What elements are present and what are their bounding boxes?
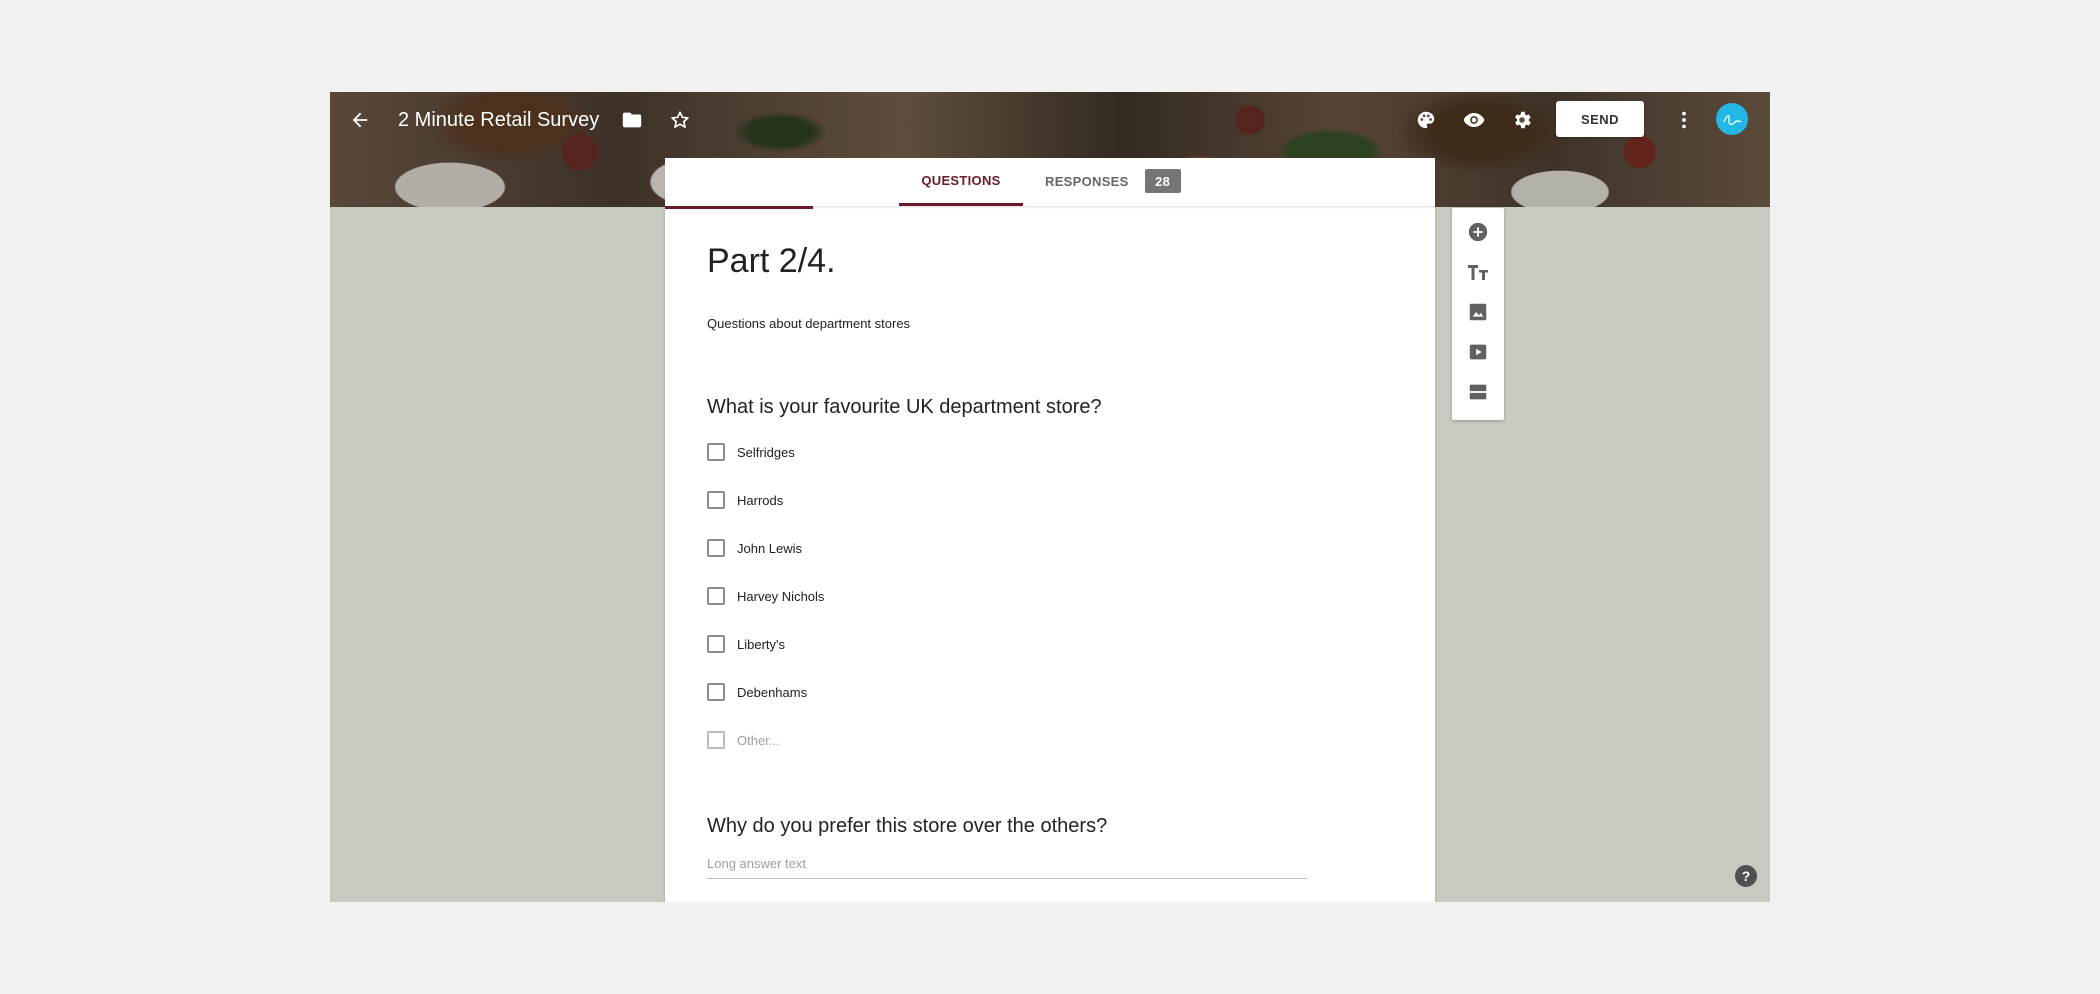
responses-count-badge: 28 [1144,169,1181,193]
back-arrow-icon[interactable] [344,104,376,136]
folder-icon[interactable] [616,104,648,136]
forms-app: 2 Minute Retail Survey SEND QUESTIONS RE… [330,92,1770,902]
question-title[interactable]: Why do you prefer this store over the ot… [707,815,1107,838]
more-vert-icon[interactable] [1668,104,1700,136]
option-label: Selfridges [737,444,795,460]
option-label: Debenhams [737,684,808,700]
checkbox[interactable] [707,491,725,509]
add-title-icon[interactable] [1462,256,1494,288]
tab-questions[interactable]: QUESTIONS [899,158,1023,206]
add-section-icon[interactable] [1462,376,1494,408]
checkbox-option-other[interactable]: Other... [707,730,780,750]
palette-icon[interactable] [1410,104,1442,136]
checkbox[interactable] [707,587,725,605]
checkbox[interactable] [707,683,725,701]
checkbox-option[interactable]: Harrods [707,490,783,510]
checkbox-option[interactable]: Selfridges [707,442,795,462]
gear-icon[interactable] [1506,104,1538,136]
checkbox[interactable] [707,635,725,653]
star-icon[interactable] [664,104,696,136]
checkbox-option[interactable]: John Lewis [707,538,802,558]
checkbox[interactable] [707,731,725,749]
option-other-label: Other... [737,732,780,748]
checkbox-option[interactable]: Harvey Nichols [707,586,824,606]
question-toolbox [1452,208,1504,420]
checkbox[interactable] [707,443,725,461]
question-title[interactable]: What is your favourite UK department sto… [707,396,1102,419]
checkbox-option[interactable]: Liberty's [707,634,785,654]
option-label: Harrods [737,492,784,508]
form-card: Part 2/4. Questions about department sto… [665,206,1435,902]
option-label: Harvey Nichols [737,588,825,604]
add-video-icon[interactable] [1462,336,1494,368]
form-tabs: QUESTIONS RESPONSES 28 [665,158,1435,206]
eye-icon[interactable] [1458,104,1490,136]
option-label: Liberty's [737,636,786,652]
option-label: John Lewis [737,540,803,556]
send-button[interactable]: SEND [1556,101,1644,137]
long-answer-field: Long answer text [707,856,1307,879]
add-question-icon[interactable] [1462,216,1494,248]
avatar[interactable] [1716,103,1748,135]
section-title[interactable]: Part 2/4. [707,242,836,281]
top-bar: 2 Minute Retail Survey SEND [330,92,1770,148]
tab-responses[interactable]: RESPONSES 28 [1045,158,1181,204]
checkbox[interactable] [707,539,725,557]
section-accent-bar [665,206,813,209]
tab-responses-label: RESPONSES [1045,173,1129,189]
help-icon[interactable]: ? [1735,865,1757,887]
form-title[interactable]: 2 Minute Retail Survey [398,104,599,136]
add-image-icon[interactable] [1462,296,1494,328]
checkbox-option[interactable]: Debenhams [707,682,807,702]
section-description[interactable]: Questions about department stores [707,316,910,331]
